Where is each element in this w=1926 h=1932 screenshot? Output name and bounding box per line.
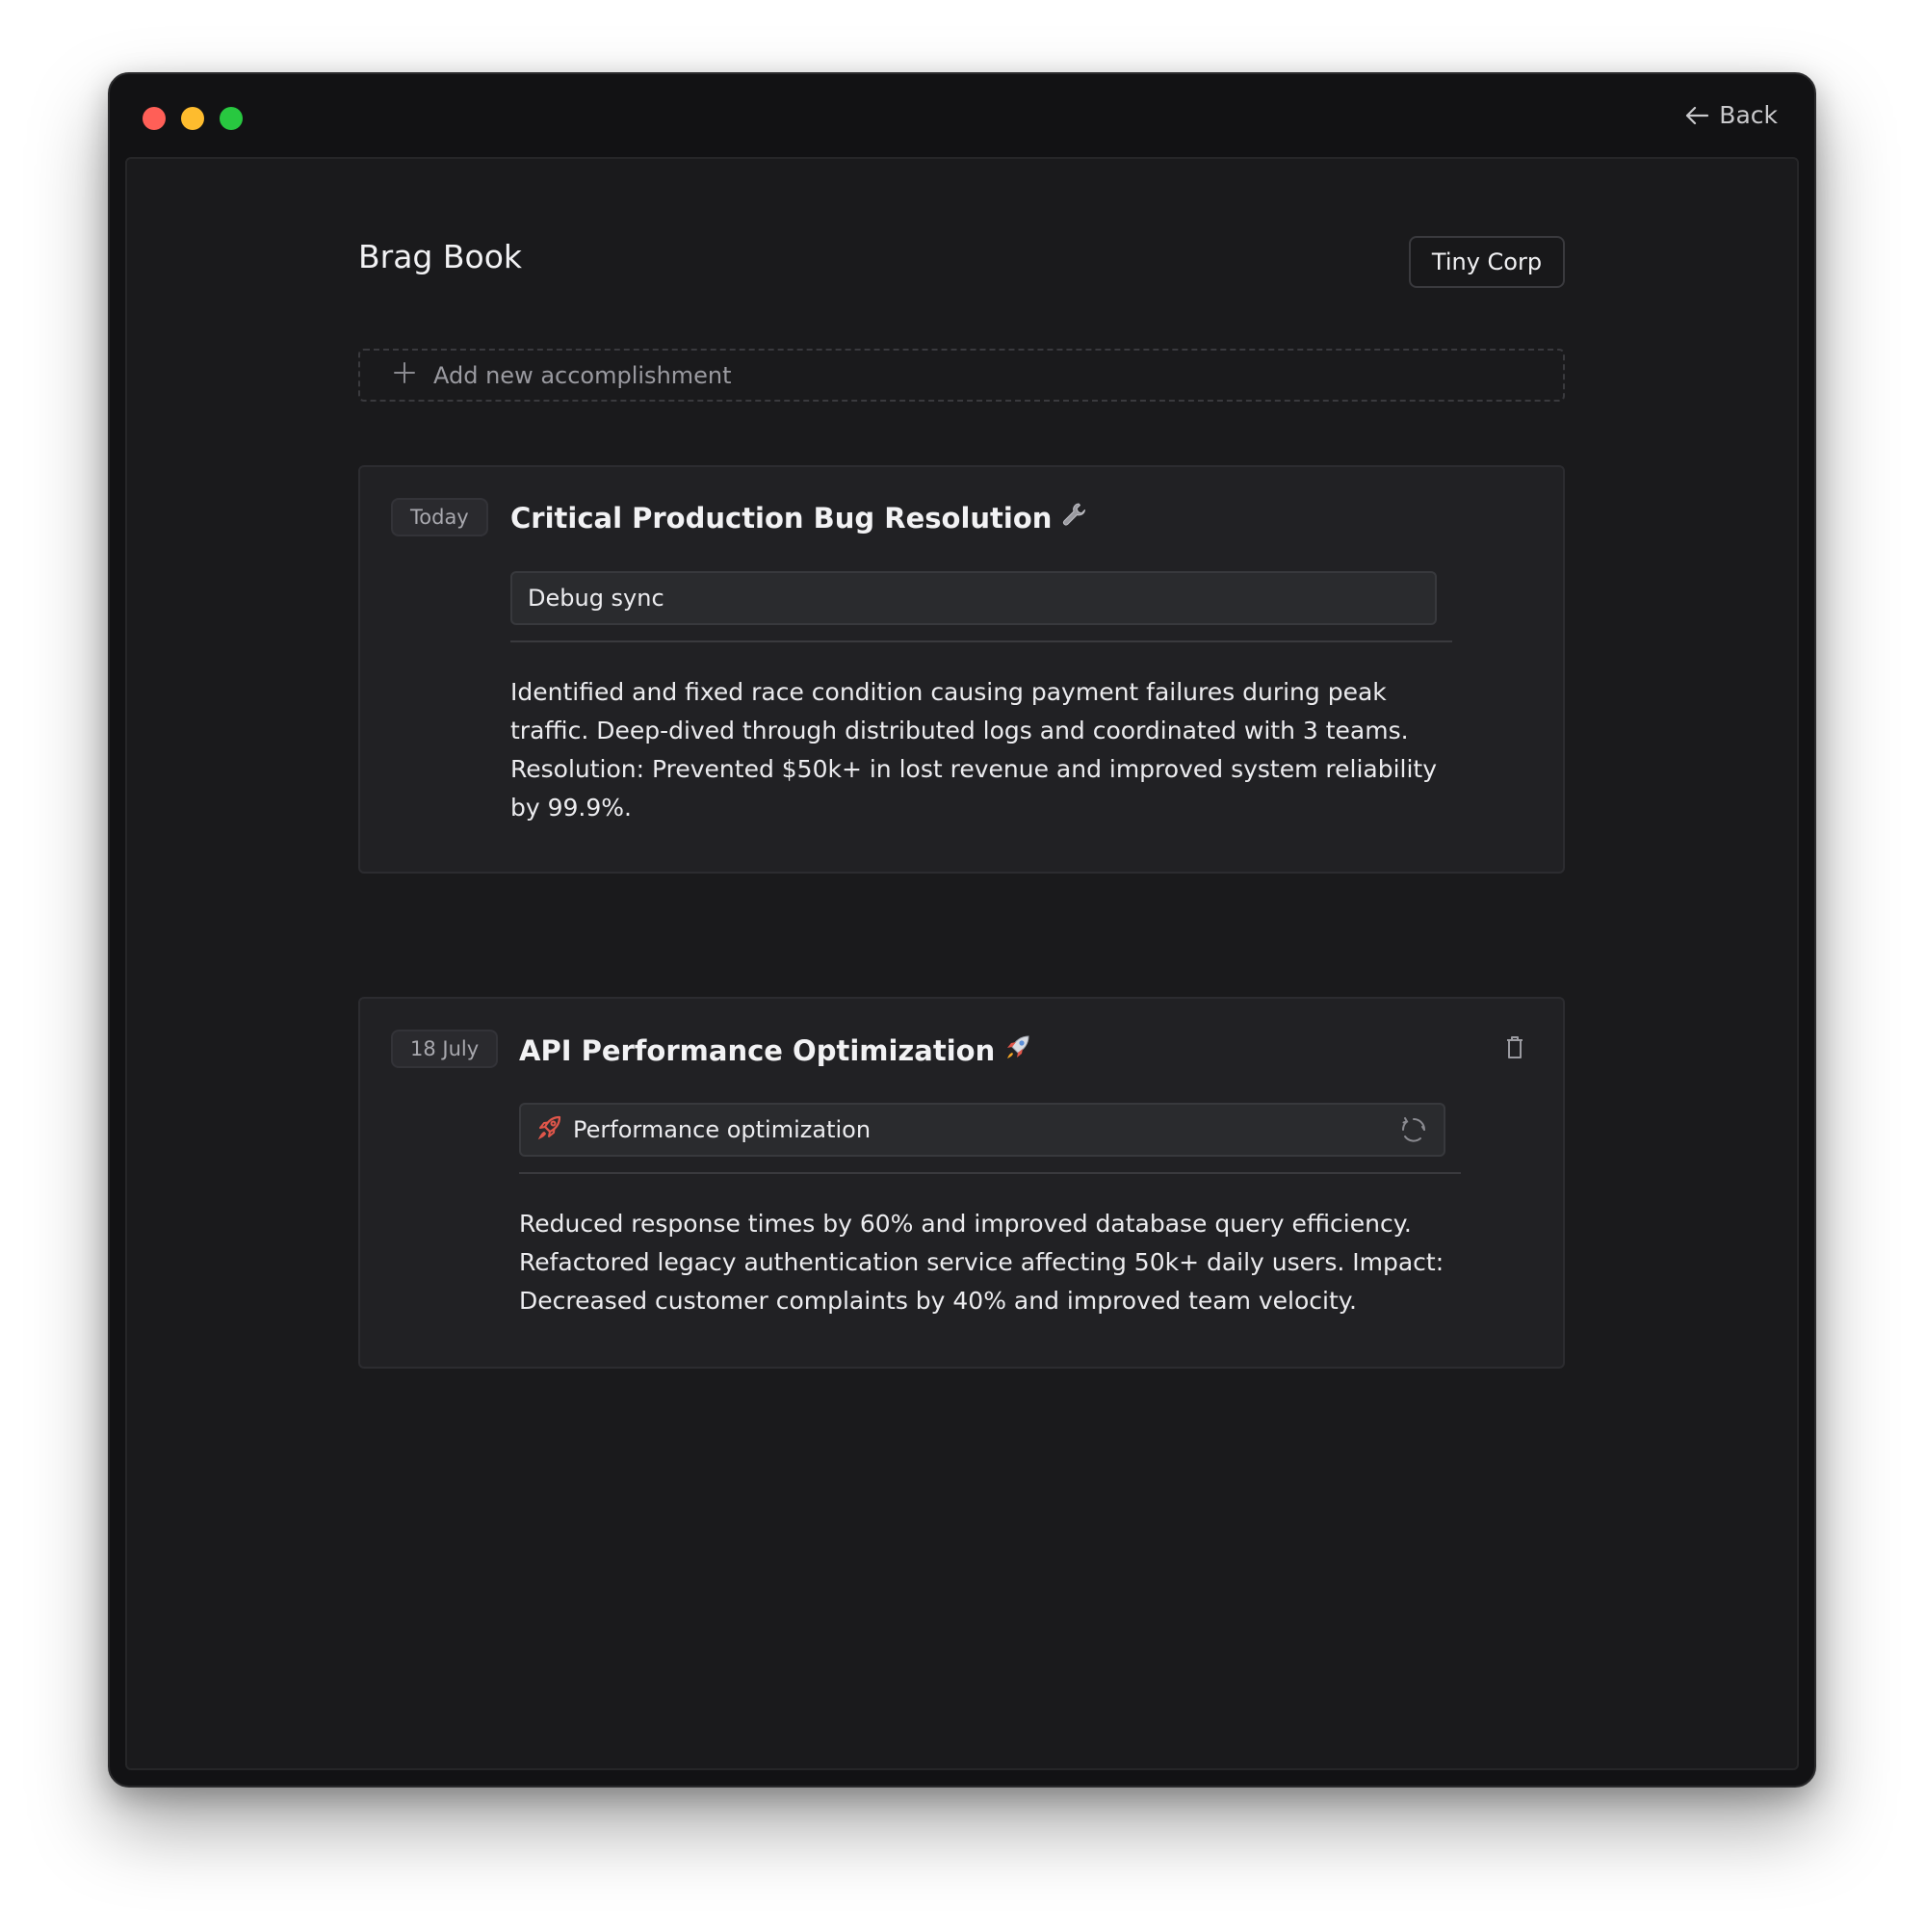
accomplishment-card: Today Critical Production Bug Resolution… (358, 465, 1565, 874)
accomplishment-title-text: API Performance Optimization (519, 1033, 996, 1067)
date-badge: Today (391, 498, 488, 536)
divider (510, 640, 1452, 642)
trash-icon (1505, 1036, 1524, 1064)
accomplishment-card: 18 July API Performance Optimization Per… (358, 997, 1565, 1369)
divider (519, 1172, 1461, 1174)
accomplishment-description[interactable]: Reduced response times by 60% and improv… (519, 1205, 1472, 1320)
minimize-window-button[interactable] (181, 107, 204, 130)
arrow-left-icon (1684, 105, 1709, 126)
add-accomplishment-button[interactable]: Add new accomplishment (358, 349, 1565, 402)
tag-field[interactable]: Debug sync (510, 571, 1437, 625)
tag-text: Performance optimization (573, 1116, 872, 1143)
main-content: Brag Book Tiny Corp Add new accomplishme… (125, 157, 1799, 1770)
date-badge: 18 July (391, 1030, 499, 1068)
accomplishment-description[interactable]: Identified and fixed race condition caus… (510, 673, 1464, 827)
tag-text: Debug sync (528, 585, 664, 612)
wrench-icon (1059, 500, 1088, 535)
title-bar: Back (110, 74, 1814, 157)
close-window-button[interactable] (143, 107, 166, 130)
plus-icon (393, 361, 416, 390)
back-label: Back (1719, 101, 1778, 129)
delete-button[interactable] (1505, 1035, 1524, 1064)
accomplishment-title[interactable]: API Performance Optimization (519, 1031, 1033, 1069)
loading-spinner-icon[interactable] (1399, 1115, 1428, 1144)
accomplishment-title-text: Critical Production Bug Resolution (510, 501, 1053, 535)
rocket-icon (536, 1113, 563, 1146)
add-accomplishment-label: Add new accomplishment (433, 361, 732, 389)
company-selector-button[interactable]: Tiny Corp (1409, 236, 1565, 288)
maximize-window-button[interactable] (220, 107, 243, 130)
accomplishment-title[interactable]: Critical Production Bug Resolution (510, 500, 1088, 535)
page-title: Brag Book (358, 238, 522, 275)
rocket-icon (1002, 1031, 1033, 1069)
tag-field[interactable]: Performance optimization (519, 1103, 1445, 1157)
back-button[interactable]: Back (1684, 101, 1778, 129)
app-window: Back Brag Book Tiny Corp Add new accompl… (108, 72, 1816, 1788)
